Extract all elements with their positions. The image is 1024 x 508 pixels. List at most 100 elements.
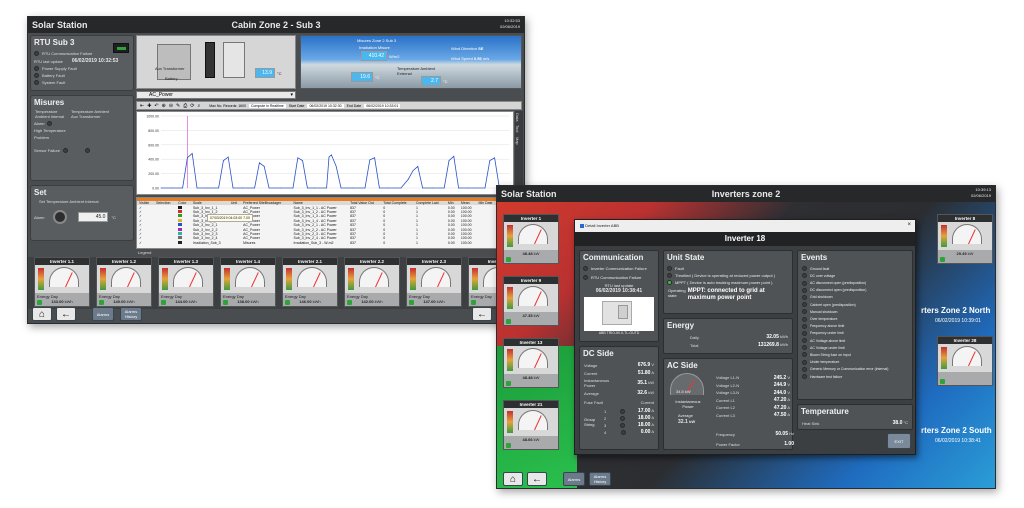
data-point xyxy=(431,187,433,189)
start-date-field[interactable]: 06/02/2019 10:32:30 xyxy=(307,103,344,108)
status-led xyxy=(583,266,588,271)
inverter-name: Inverter 8 xyxy=(938,215,992,222)
data-point xyxy=(196,187,198,189)
exit-button[interactable]: EXIT xyxy=(887,433,911,449)
color-swatch xyxy=(178,231,183,235)
alarms-history-button[interactable]: Alarms History xyxy=(120,307,142,321)
misures-title: Misures xyxy=(34,98,65,107)
value: 244.9 xyxy=(773,382,787,388)
string-row: 1 17.00 A xyxy=(604,408,654,414)
ac-row: Current L1 47.20 A xyxy=(716,397,790,403)
page-title: Cabin Zone 2 - Sub 3 xyxy=(231,20,321,30)
toolbar-icon[interactable]: ✎ xyxy=(176,103,180,109)
end-date-field[interactable]: 06/02/2019 10:33:01 xyxy=(364,103,401,108)
inverter-card[interactable]: Inverter 21 48.66 kW xyxy=(503,400,559,450)
gauge-needle xyxy=(968,351,976,367)
toolbar-icon[interactable]: ⊖ xyxy=(169,103,173,109)
inverter-name: Inverter 1 xyxy=(504,215,558,222)
inverter-card[interactable]: Inverter 28 xyxy=(937,336,993,386)
close-icon[interactable]: × xyxy=(907,222,911,228)
toolbar-icon[interactable]: ↶ xyxy=(154,103,158,109)
event-rows: Ground fault DC over voltage AC disconnect… xyxy=(798,266,912,379)
value: 138.00 xyxy=(237,299,250,304)
data-point xyxy=(227,156,229,158)
power-gauge xyxy=(952,224,982,245)
level-bar xyxy=(348,268,354,290)
event-row: Ground fault xyxy=(802,266,908,272)
value: 17.00 xyxy=(637,408,651,414)
misures-panel: Misures Temperature Ambient Internal Tem… xyxy=(30,95,134,181)
inverter-card[interactable]: Inverter 1.4 Energy Day 138.00 kWh xyxy=(220,257,276,307)
toolbar-icon[interactable]: ⟳ xyxy=(190,103,194,109)
value: 142.00 xyxy=(361,299,374,304)
side-tab-map[interactable]: Map xyxy=(515,137,520,145)
inverter-card[interactable]: Inverter 9 47.35 kW xyxy=(503,276,559,326)
energy-footer: 47.35 kW xyxy=(504,312,558,325)
compute-realtime[interactable]: Compute in Realtime xyxy=(249,103,286,108)
energy-panel: Energy Daily 32.05 kWh Total 131269.8 kWh xyxy=(663,318,793,354)
inverter-card[interactable]: Inverter 1.1 Energy Day 133.00 kWh xyxy=(34,257,90,307)
inverter-card[interactable]: Inverter 2.1 Energy Day 146.00 kWh xyxy=(282,257,338,307)
toolbar-icon[interactable]: ⊕ xyxy=(162,103,166,109)
ac-value: 47.20 A xyxy=(774,397,790,403)
variable-select[interactable]: AC_Power ▾ xyxy=(136,91,296,99)
set-value[interactable]: 45.0 xyxy=(78,212,109,222)
event-row: DC over voltage xyxy=(802,273,908,279)
back-button[interactable]: ← xyxy=(56,307,76,321)
alarms-button[interactable]: Alarms xyxy=(563,472,585,486)
value: 244.0 xyxy=(773,389,787,396)
inverter-card[interactable]: Inverter 13 48.48 kW xyxy=(503,338,559,388)
chevron-down-icon: ▾ xyxy=(290,92,293,98)
back-button[interactable]: ← xyxy=(527,472,547,486)
set-unit: °C xyxy=(111,214,116,220)
power-gauge xyxy=(173,267,203,288)
op-state-label: Operating state xyxy=(668,288,686,298)
toolbar-icon[interactable]: ⎙ xyxy=(183,103,187,109)
gauge-needle xyxy=(127,272,135,288)
data-point xyxy=(232,187,234,189)
inverter-card[interactable]: Inverter 1.2 Energy Day 140.00 kWh xyxy=(96,257,152,307)
back-button-right[interactable]: ← xyxy=(472,307,492,321)
table-cell: Irradiation_Sub_3 xyxy=(192,240,221,245)
temperature-title: Temperature xyxy=(801,407,849,416)
y-tick-label: 1000.00 xyxy=(146,115,159,119)
inverter-card[interactable]: Inverter 1 48.48 kW xyxy=(503,214,559,264)
value: 48.48 xyxy=(522,375,533,380)
table-row[interactable]: ✓ Sub_3_Inv_2_4 AC_Power Sub_3_Inv_2_4 - AC… xyxy=(137,236,521,240)
table-row[interactable]: ✓Sub_3_Inv_1_3AC_PowerSub_3_Inv_1_3 - AC… xyxy=(137,214,521,218)
ac-label: Voltage L2-N xyxy=(716,382,740,388)
home-button[interactable]: ⌂ xyxy=(503,472,523,486)
alarm-led xyxy=(47,121,53,126)
level-bar xyxy=(472,268,478,290)
energy-value: 140.00 kWh xyxy=(99,299,149,304)
data-point xyxy=(254,187,255,189)
toolbar-icon[interactable]: ✚ xyxy=(147,103,151,109)
event-led xyxy=(802,366,807,372)
knob[interactable] xyxy=(53,210,68,224)
inverter-name: Inverter 9 xyxy=(504,277,558,284)
inverter-card[interactable]: Inverter 8 29.49 kW xyxy=(937,214,993,264)
toolbar-icon[interactable]: ⌕ xyxy=(197,103,200,109)
table-row[interactable]: ✓ Irradiation_Sub_3 Misures Irradiation_Sub… xyxy=(137,240,521,245)
inverter-card[interactable]: Inverter 2.3 Energy Day 147.00 kWh xyxy=(406,257,462,307)
value: 47.20 xyxy=(773,404,787,411)
trend-chart[interactable]: 1000.00 800.00 600.00 400.00 200.00 0.00 xyxy=(136,111,514,195)
data-point xyxy=(314,187,315,189)
side-tab-data[interactable]: Data xyxy=(515,113,520,121)
inverter-card[interactable]: Inverter 2.2 Energy Day 142.00 kWh xyxy=(344,257,400,307)
ac-value: 245.2 V xyxy=(774,375,790,381)
alarms-button[interactable]: Alarms xyxy=(92,307,114,321)
event-row: Blown String fuse on input xyxy=(802,352,908,358)
transformer-icon xyxy=(205,42,215,78)
irradiation-label: Irradiation Misure xyxy=(359,45,390,50)
table-cell: ✓ xyxy=(139,240,142,245)
alarms-history-button[interactable]: Alarms History xyxy=(589,472,611,486)
toolbar-icon[interactable]: ⇤ xyxy=(140,103,144,109)
inverter-card[interactable]: Inverter 1.3 Energy Day 144.00 kWh xyxy=(158,257,214,307)
table-row[interactable]: ✓ Sub_3_Inv_2_1 AC_Power Sub_3_Inv_2_1 - AC… xyxy=(137,223,521,227)
home-button[interactable]: ⌂ xyxy=(32,307,52,321)
side-tab-tool[interactable]: Tool xyxy=(515,125,520,132)
op-state-value: MPPT: connected to grid at maximum power… xyxy=(687,288,765,301)
data-point xyxy=(412,170,414,172)
problem-label: Problem xyxy=(34,135,49,140)
